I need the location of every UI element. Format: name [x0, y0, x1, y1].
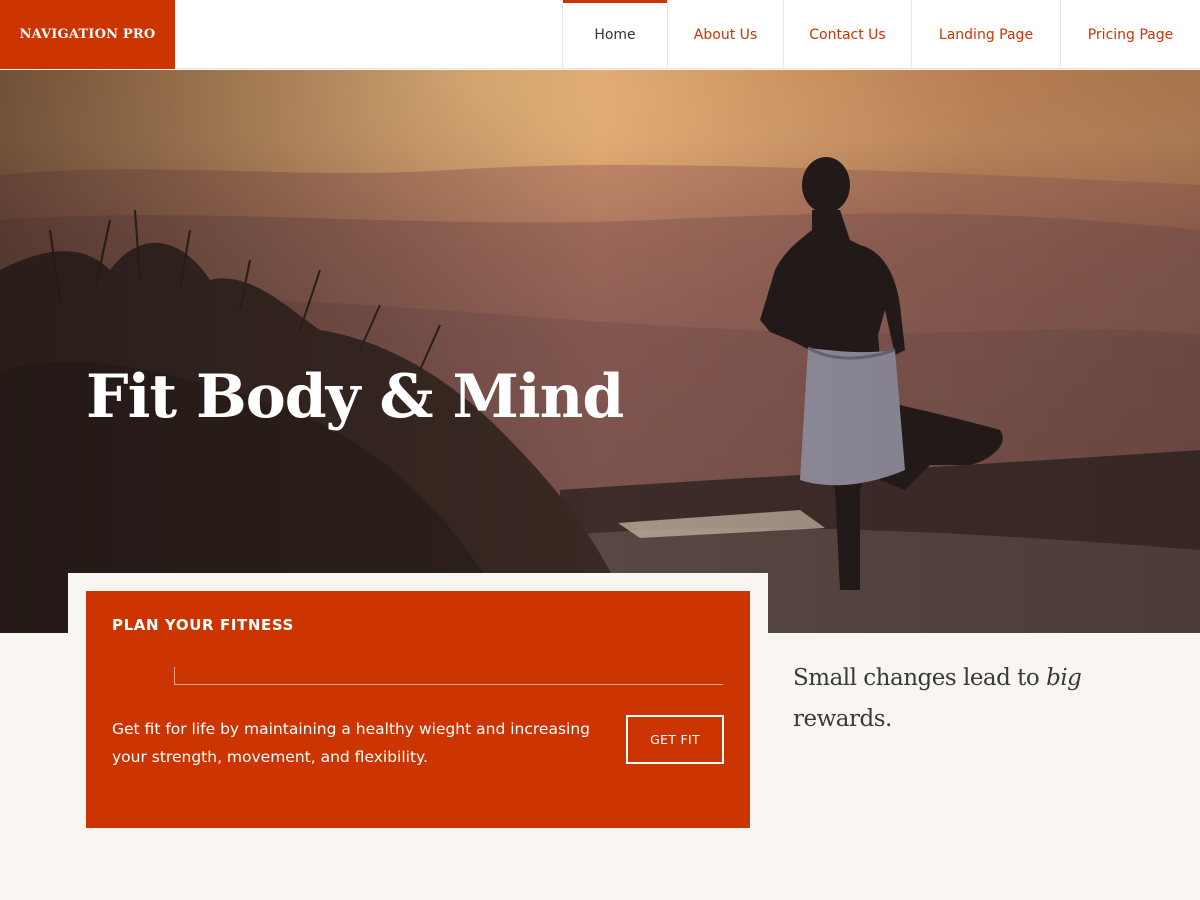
- nav-item-home[interactable]: Home: [562, 0, 667, 69]
- hero-banner: Fit Body & Mind: [0, 70, 1200, 633]
- card-divider: [174, 667, 723, 685]
- main-nav: Home About Us Contact Us Landing Page Pr…: [562, 0, 1200, 69]
- hero-background-image: [0, 70, 1200, 633]
- quote-text-after: rewards.: [793, 706, 892, 732]
- get-fit-button[interactable]: GET FIT: [626, 715, 724, 764]
- site-header: NAVIGATION PRO Home About Us Contact Us …: [0, 0, 1200, 69]
- nav-item-pricing-page[interactable]: Pricing Page: [1060, 0, 1200, 69]
- tagline-quote: Small changes lead to big rewards.: [793, 658, 1123, 740]
- nav-item-landing-page[interactable]: Landing Page: [911, 0, 1060, 69]
- quote-text-before: Small changes lead to: [793, 665, 1047, 691]
- fitness-card: PLAN YOUR FITNESS Get fit for life by ma…: [86, 591, 750, 828]
- card-heading: PLAN YOUR FITNESS: [112, 616, 294, 634]
- nav-item-contact-us[interactable]: Contact Us: [783, 0, 911, 69]
- card-description: Get fit for life by maintaining a health…: [112, 720, 590, 766]
- quote-emphasis: big: [1046, 665, 1082, 691]
- site-logo[interactable]: NAVIGATION PRO: [0, 0, 175, 69]
- hero-title: Fit Body & Mind: [86, 362, 624, 432]
- nav-item-about-us[interactable]: About Us: [667, 0, 783, 69]
